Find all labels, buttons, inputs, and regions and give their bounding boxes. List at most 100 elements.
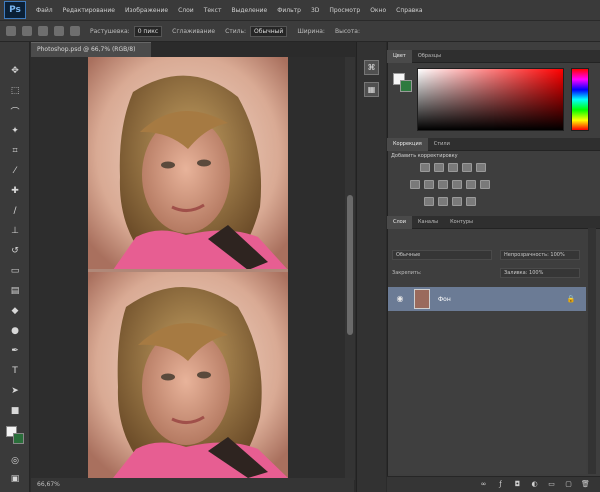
layers-panel-header: Слои Каналы Контуры bbox=[387, 215, 600, 229]
color-balance-icon[interactable] bbox=[424, 180, 434, 189]
clone-stamp-icon[interactable]: ⊥ bbox=[7, 224, 23, 238]
hue-saturation-icon[interactable] bbox=[410, 180, 420, 189]
photoshop-logo: Ps bbox=[4, 1, 26, 19]
posterize-icon[interactable] bbox=[438, 197, 448, 206]
properties-panel-icon[interactable]: ▦ bbox=[364, 82, 379, 97]
menu-image[interactable]: Изображение bbox=[125, 7, 168, 14]
menu-file[interactable]: Файл bbox=[36, 7, 53, 14]
layer-style-icon[interactable]: ƒ bbox=[496, 480, 505, 489]
brush-tool-icon[interactable]: ∕ bbox=[7, 204, 23, 218]
healing-brush-icon[interactable]: ✚ bbox=[7, 184, 23, 198]
tab-color[interactable]: Цвет bbox=[387, 49, 412, 63]
menu-3d[interactable]: 3D bbox=[311, 7, 319, 14]
history-brush-icon[interactable]: ↺ bbox=[7, 244, 23, 258]
options-bar: Растушевка: 0 пикс Сглаживание Стиль: Об… bbox=[0, 20, 600, 42]
gradient-tool-icon[interactable]: ▤ bbox=[7, 284, 23, 298]
layer-thumbnail bbox=[414, 289, 430, 309]
subtract-selection-icon[interactable] bbox=[54, 26, 64, 36]
screen-mode-icon[interactable]: ▣ bbox=[7, 472, 23, 486]
document-tab[interactable]: Photoshop.psd @ 66,7% (RGB/8) bbox=[31, 42, 151, 57]
tab-paths[interactable]: Контуры bbox=[444, 216, 479, 229]
layers-scrollbar[interactable] bbox=[588, 228, 596, 474]
intersect-selection-icon[interactable] bbox=[70, 26, 80, 36]
levels-adjust-icon[interactable] bbox=[434, 163, 444, 172]
link-layers-icon[interactable]: ∞ bbox=[479, 480, 488, 489]
color-panel-header: Цвет Образцы bbox=[387, 49, 600, 63]
vibrance-adjust-icon[interactable] bbox=[476, 163, 486, 172]
style-label: Стиль: bbox=[225, 27, 247, 35]
new-adjustment-icon[interactable]: ◐ bbox=[530, 480, 539, 489]
document-status-bar: 66,67% bbox=[31, 478, 354, 492]
opacity-input[interactable]: Непрозрачность: 100% bbox=[500, 250, 580, 260]
black-white-icon[interactable] bbox=[438, 180, 448, 189]
antialias-label[interactable]: Сглаживание bbox=[172, 28, 215, 35]
tab-channels[interactable]: Каналы bbox=[412, 216, 444, 229]
lock-icon: 🔒 bbox=[566, 295, 576, 303]
color-picker-field[interactable] bbox=[417, 68, 564, 131]
tools-panel: ✥ ⬚ ⌒ ✦ ⌗ ⁄ ✚ ∕ ⊥ ↺ ▭ ▤ ◆ ● ✒ T ➤ ■ ◎ ▣ bbox=[0, 42, 30, 492]
marquee-tool-icon[interactable]: ⬚ bbox=[7, 84, 23, 98]
type-tool-icon[interactable]: T bbox=[7, 364, 23, 378]
visibility-eye-icon[interactable]: ◉ bbox=[394, 293, 406, 305]
tab-adjustments[interactable]: Коррекция bbox=[387, 137, 428, 151]
delete-layer-icon[interactable]: 🗑 bbox=[581, 480, 590, 489]
channel-mixer-icon[interactable] bbox=[466, 180, 476, 189]
pen-tool-icon[interactable]: ✒ bbox=[7, 344, 23, 358]
magic-wand-icon[interactable]: ✦ bbox=[7, 124, 23, 138]
dodge-tool-icon[interactable]: ● bbox=[7, 324, 23, 338]
history-panel-icon[interactable]: ⌘ bbox=[364, 60, 379, 75]
style-select[interactable]: Обычный bbox=[250, 25, 288, 37]
background-color-swatch[interactable] bbox=[13, 433, 24, 444]
width-label: Ширина: bbox=[297, 27, 325, 35]
move-tool-icon[interactable]: ✥ bbox=[7, 64, 23, 78]
threshold-icon[interactable] bbox=[452, 197, 462, 206]
new-group-icon[interactable]: ▭ bbox=[547, 480, 556, 489]
tab-styles[interactable]: Стили bbox=[428, 138, 456, 151]
eraser-tool-icon[interactable]: ▭ bbox=[7, 264, 23, 278]
panel-background-swatch[interactable] bbox=[400, 80, 412, 92]
menu-select[interactable]: Выделение bbox=[231, 7, 267, 14]
layers-list-area bbox=[388, 312, 586, 474]
eyedropper-icon[interactable]: ⁄ bbox=[7, 164, 23, 178]
menu-edit[interactable]: Редактирование bbox=[63, 7, 115, 14]
adjustments-panel-header: Коррекция Стили bbox=[387, 137, 600, 151]
add-selection-icon[interactable] bbox=[38, 26, 48, 36]
blend-mode-select[interactable]: Обычные bbox=[392, 250, 492, 260]
invert-icon[interactable] bbox=[424, 197, 434, 206]
color-lookup-icon[interactable] bbox=[480, 180, 490, 189]
hue-slider[interactable] bbox=[571, 68, 589, 131]
fill-input[interactable]: Заливка: 100% bbox=[500, 268, 580, 278]
layers-footer: ∞ ƒ ◘ ◐ ▭ ▢ 🗑 bbox=[387, 476, 600, 492]
menu-view[interactable]: Просмотр bbox=[329, 7, 360, 14]
quick-mask-icon[interactable]: ◎ bbox=[7, 454, 23, 468]
tab-layers[interactable]: Слои bbox=[387, 215, 412, 229]
menu-window[interactable]: Окно bbox=[370, 7, 386, 14]
lasso-tool-icon[interactable]: ⌒ bbox=[7, 104, 23, 118]
collapsed-panel-dock bbox=[356, 42, 386, 492]
add-mask-icon[interactable]: ◘ bbox=[513, 480, 522, 489]
crop-tool-icon[interactable]: ⌗ bbox=[7, 144, 23, 158]
shape-tool-icon[interactable]: ■ bbox=[7, 404, 23, 418]
gradient-map-icon[interactable] bbox=[466, 197, 476, 206]
menu-layers[interactable]: Слои bbox=[178, 7, 194, 14]
menu-help[interactable]: Справка bbox=[396, 7, 422, 14]
menu-bar: Ps Файл Редактирование Изображение Слои … bbox=[0, 0, 600, 20]
layer-row-background[interactable]: ◉ Фон bbox=[388, 287, 586, 311]
blur-tool-icon[interactable]: ◆ bbox=[7, 304, 23, 318]
tab-swatches[interactable]: Образцы bbox=[412, 50, 447, 63]
new-selection-icon[interactable] bbox=[22, 26, 32, 36]
feather-input[interactable]: 0 пикс bbox=[133, 25, 163, 37]
layer-name[interactable]: Фон bbox=[438, 296, 451, 303]
brightness-adjust-icon[interactable] bbox=[420, 163, 430, 172]
new-layer-icon[interactable]: ▢ bbox=[564, 480, 573, 489]
menu-filter[interactable]: Фильтр bbox=[277, 7, 301, 14]
photo-filter-icon[interactable] bbox=[452, 180, 462, 189]
exposure-adjust-icon[interactable] bbox=[462, 163, 472, 172]
path-selection-icon[interactable]: ➤ bbox=[7, 384, 23, 398]
document-photo[interactable] bbox=[88, 57, 288, 478]
feather-label: Растушевка: bbox=[90, 27, 130, 35]
menu-text[interactable]: Текст bbox=[204, 7, 222, 14]
document-scrollbar-thumb[interactable] bbox=[347, 195, 353, 335]
marquee-tool-icon[interactable] bbox=[6, 26, 16, 36]
curves-adjust-icon[interactable] bbox=[448, 163, 458, 172]
